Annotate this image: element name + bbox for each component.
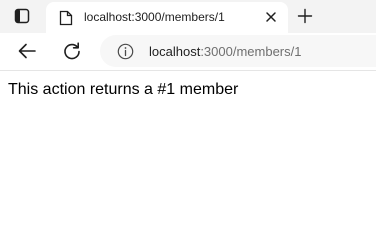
page-icon (59, 10, 73, 26)
plus-icon[interactable] (297, 8, 313, 24)
arrow-left-icon[interactable] (17, 42, 37, 60)
active-tab[interactable]: localhost:3000/members/1 (46, 2, 288, 33)
info-icon[interactable] (117, 43, 134, 60)
page-body-text: This action returns a #1 member (8, 81, 239, 98)
tab-title: localhost:3000/members/1 (84, 10, 225, 24)
address-bar[interactable]: localhost:3000/members/1 (100, 35, 376, 67)
reload-icon[interactable] (62, 41, 82, 61)
tab-actions-icon[interactable] (14, 8, 30, 24)
close-icon[interactable] (265, 11, 277, 23)
url-path: :3000/members/1 (200, 44, 302, 59)
tab-bar: localhost:3000/members/1 (0, 0, 376, 33)
url-host: localhost (149, 44, 201, 59)
page-content: This action returns a #1 member (0, 70, 376, 241)
url-text: localhost:3000/members/1 (149, 44, 301, 59)
navigation-toolbar: localhost:3000/members/1 (0, 33, 376, 70)
